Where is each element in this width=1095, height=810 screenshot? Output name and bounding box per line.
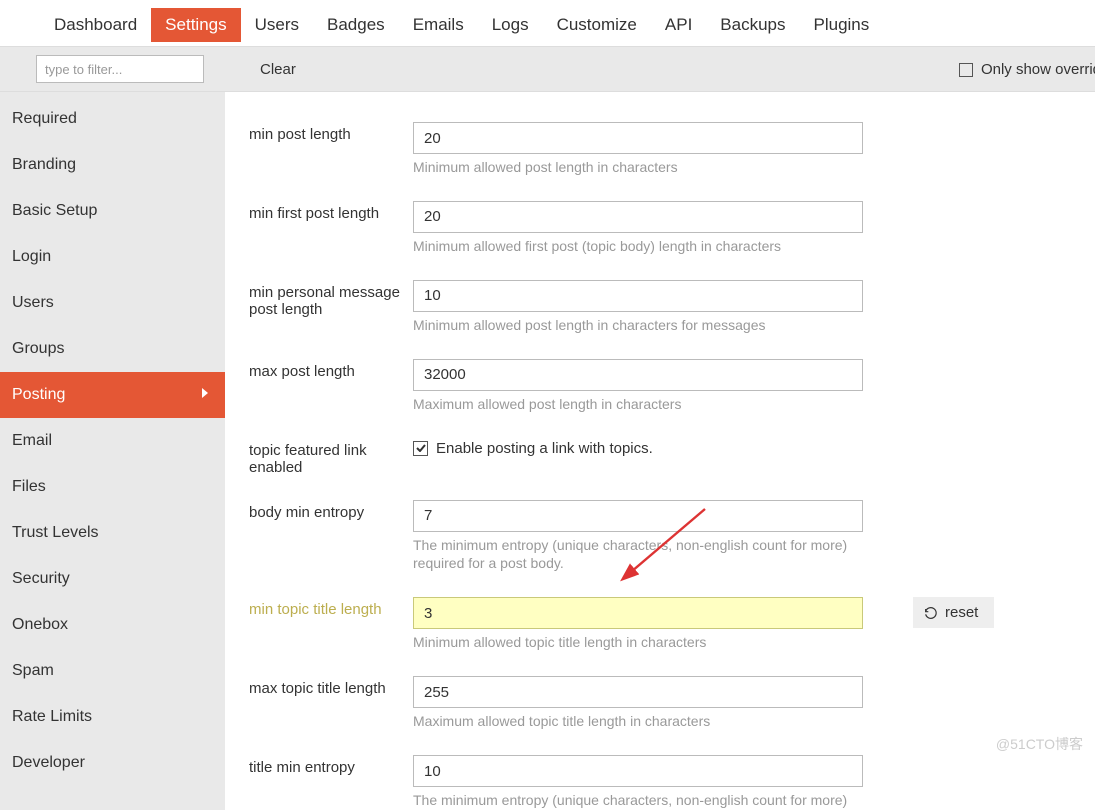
- sidebar-item-onebox[interactable]: Onebox: [0, 602, 225, 648]
- setting-label: min topic title length: [249, 597, 413, 618]
- sidebar-item-branding[interactable]: Branding: [0, 142, 225, 188]
- setting-label: title min entropy: [249, 755, 413, 776]
- sidebar-item-spam[interactable]: Spam: [0, 648, 225, 694]
- sidebar-item-groups[interactable]: Groups: [0, 326, 225, 372]
- tab-api[interactable]: API: [651, 8, 706, 42]
- reset-label: reset: [945, 604, 978, 621]
- tab-settings[interactable]: Settings: [151, 8, 240, 42]
- setting-help: The minimum entropy (unique characters, …: [413, 536, 863, 574]
- title-min-entropy-input[interactable]: [413, 755, 863, 787]
- filter-input[interactable]: [36, 55, 204, 83]
- sidebar-item-users[interactable]: Users: [0, 280, 225, 326]
- setting-help: Minimum allowed first post (topic body) …: [413, 237, 863, 256]
- setting-max-post-length: max post length Maximum allowed post len…: [249, 359, 1095, 414]
- caret-right-icon: [201, 386, 209, 404]
- max-post-length-input[interactable]: [413, 359, 863, 391]
- setting-help: Minimum allowed topic title length in ch…: [413, 633, 863, 652]
- watermark: @51CTO博客: [996, 734, 1083, 754]
- sidebar-item-developer[interactable]: Developer: [0, 740, 225, 786]
- setting-body-min-entropy: body min entropy The minimum entropy (un…: [249, 500, 1095, 574]
- settings-content: min post length Minimum allowed post len…: [225, 92, 1095, 810]
- top-tabs: Dashboard Settings Users Badges Emails L…: [0, 0, 1095, 46]
- setting-max-topic-title-length: max topic title length Maximum allowed t…: [249, 676, 1095, 731]
- setting-topic-featured-link-enabled: topic featured link enabled Enable posti…: [249, 438, 1095, 476]
- tab-badges[interactable]: Badges: [313, 8, 399, 42]
- setting-title-min-entropy: title min entropy The minimum entropy (u…: [249, 755, 1095, 810]
- tab-users[interactable]: Users: [241, 8, 313, 42]
- setting-help: Minimum allowed post length in character…: [413, 316, 863, 335]
- min-first-post-length-input[interactable]: [413, 201, 863, 233]
- undo-icon: [923, 605, 939, 621]
- setting-label: min first post length: [249, 201, 413, 222]
- sidebar-item-files[interactable]: Files: [0, 464, 225, 510]
- sidebar-item-security[interactable]: Security: [0, 556, 225, 602]
- min-personal-message-post-length-input[interactable]: [413, 280, 863, 312]
- sidebar-item-required[interactable]: Required: [0, 96, 225, 142]
- body-min-entropy-input[interactable]: [413, 500, 863, 532]
- min-topic-title-length-input[interactable]: [413, 597, 863, 629]
- tab-logs[interactable]: Logs: [478, 8, 543, 42]
- tab-plugins[interactable]: Plugins: [800, 8, 884, 42]
- sidebar-item-label: Posting: [12, 386, 65, 404]
- settings-sidebar: Required Branding Basic Setup Login User…: [0, 92, 225, 810]
- reset-button[interactable]: reset: [913, 597, 994, 628]
- only-show-overridden-label: Only show overrid: [981, 61, 1095, 78]
- setting-label: max topic title length: [249, 676, 413, 697]
- setting-help: Maximum allowed post length in character…: [413, 395, 863, 414]
- setting-min-topic-title-length: min topic title length Minimum allowed t…: [249, 597, 1095, 652]
- sidebar-item-rate-limits[interactable]: Rate Limits: [0, 694, 225, 740]
- clear-button[interactable]: Clear: [260, 61, 296, 78]
- checkbox-icon: [959, 63, 973, 77]
- sidebar-item-posting[interactable]: Posting: [0, 372, 225, 418]
- tab-emails[interactable]: Emails: [399, 8, 478, 42]
- setting-min-post-length: min post length Minimum allowed post len…: [249, 122, 1095, 177]
- sidebar-item-email[interactable]: Email: [0, 418, 225, 464]
- tab-customize[interactable]: Customize: [543, 8, 651, 42]
- setting-label: max post length: [249, 359, 413, 380]
- checkbox-checked-icon[interactable]: [413, 441, 428, 456]
- setting-label: topic featured link enabled: [249, 438, 413, 476]
- setting-label: body min entropy: [249, 500, 413, 521]
- min-post-length-input[interactable]: [413, 122, 863, 154]
- setting-label: min personal message post length: [249, 280, 413, 318]
- sidebar-item-login[interactable]: Login: [0, 234, 225, 280]
- checkbox-label: Enable posting a link with topics.: [436, 440, 653, 457]
- filter-bar: Clear Only show overrid: [0, 46, 1095, 92]
- sidebar-item-trust-levels[interactable]: Trust Levels: [0, 510, 225, 556]
- setting-help: The minimum entropy (unique characters, …: [413, 791, 863, 810]
- max-topic-title-length-input[interactable]: [413, 676, 863, 708]
- only-show-overridden[interactable]: Only show overrid: [959, 61, 1095, 78]
- setting-min-personal-message-post-length: min personal message post length Minimum…: [249, 280, 1095, 335]
- setting-help: Minimum allowed post length in character…: [413, 158, 863, 177]
- setting-min-first-post-length: min first post length Minimum allowed fi…: [249, 201, 1095, 256]
- tab-dashboard[interactable]: Dashboard: [40, 8, 151, 42]
- tab-backups[interactable]: Backups: [706, 8, 799, 42]
- sidebar-item-basic-setup[interactable]: Basic Setup: [0, 188, 225, 234]
- setting-help: Maximum allowed topic title length in ch…: [413, 712, 863, 731]
- setting-label: min post length: [249, 122, 413, 143]
